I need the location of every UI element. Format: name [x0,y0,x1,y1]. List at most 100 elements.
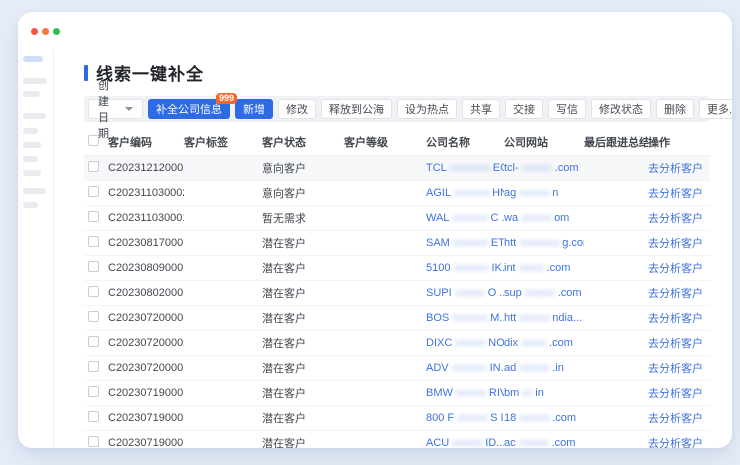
sidebar-skeleton-bar [23,202,38,208]
cell-customer-status: 潜在客户 [262,285,344,301]
app-window: 线索一键补全 创建日期 补全公司信息 999 新增 修改 释放到公海 设为热点 [18,12,732,448]
table-row[interactable]: C202307190002 潜在客户 800 FxxxxxxS I... 18x… [84,406,710,431]
minimize-window-icon[interactable] [42,28,49,35]
cell-customer-code: C202312120001 [108,162,184,174]
cell-company-website[interactable]: bmxxin [504,387,584,399]
row-checkbox[interactable] [88,386,99,397]
share-button[interactable]: 共享 [462,99,500,119]
redacted-text: xxxxxx [457,412,487,424]
redacted-text: xxxxxxx [452,312,487,324]
page-title: 线索一键补全 [96,60,204,85]
table-row[interactable]: C202307190001 潜在客户 ACUxxxxxxID... acxxxx… [84,431,710,448]
cell-company-name[interactable]: ADVxxxxxxxIN... [426,362,504,374]
row-checkbox[interactable] [88,161,99,172]
cell-company-name[interactable]: WALxxxxxxxC . [426,212,504,224]
analyze-customer-link[interactable]: 去分析客户 [648,385,710,401]
cell-customer-status: 潜在客户 [262,235,344,251]
cell-company-website[interactable]: adxxxxxx.in [504,362,584,374]
table-row[interactable]: C202307200002 潜在客户 DIXCxxxxxxNO... dixxx… [84,331,710,356]
cell-company-website[interactable]: waxxxxxxom [504,212,584,224]
cell-company-name[interactable]: 5100xxxxxxxIK... [426,262,504,274]
sidebar-skeleton-bar [23,156,38,162]
row-checkbox[interactable] [88,336,99,347]
row-checkbox[interactable] [88,361,99,372]
analyze-customer-link[interactable]: 去分析客户 [648,335,710,351]
cell-company-name[interactable]: SUPIxxxxxxO ... [426,287,504,299]
table-row[interactable]: C202307200003 潜在客户 BOSxxxxxxxM... httxxx… [84,306,710,331]
cell-customer-code: C202307200002 [108,337,184,349]
cell-company-website[interactable]: supxxxxxx.com [504,287,584,299]
create-date-filter-dropdown[interactable]: 创建日期 [88,99,143,119]
analyze-customer-link[interactable]: 去分析客户 [648,260,710,276]
analyze-customer-link[interactable]: 去分析客户 [648,435,710,448]
cell-company-website[interactable]: intxxxxx.com [504,262,584,274]
row-checkbox[interactable] [88,236,99,247]
table-row[interactable]: C202307190003 潜在客户 BMWxxxxxxRIV... bmxxi… [84,381,710,406]
analyze-customer-link[interactable]: 去分析客户 [648,410,710,426]
cell-company-name[interactable]: AGILxxxxxxxHN... [426,187,504,199]
cell-company-name[interactable]: 800 FxxxxxxS I... [426,412,504,424]
row-checkbox[interactable] [88,211,99,222]
redacted-text: xxxxxx [455,287,485,299]
cell-customer-code: C202307200003 [108,312,184,324]
cell-company-website[interactable]: dixxxxxx.com [504,337,584,349]
row-checkbox[interactable] [88,261,99,272]
change-status-button[interactable]: 修改状态 [591,99,651,119]
release-to-public-pool-button[interactable]: 释放到公海 [321,99,392,119]
table-row[interactable]: C202308170001 潜在客户 SAMxxxxxxxET... httxx… [84,231,710,256]
customer-table: 客户编码 客户标签 客户状态 客户等级 公司名称 公司网站 最后跟进总结 操作 … [84,129,710,448]
complete-company-info-button[interactable]: 补全公司信息 999 [148,99,230,119]
redacted-text: xxxxxx [519,412,549,424]
delete-button[interactable]: 删除 [656,99,694,119]
analyze-customer-link[interactable]: 去分析客户 [648,360,710,376]
redacted-text: xxxxxx [521,212,551,224]
table-row[interactable]: C202307200001 潜在客户 ADVxxxxxxxIN... adxxx… [84,356,710,381]
add-new-button[interactable]: 新增 [235,99,273,119]
cell-company-name[interactable]: ACUxxxxxxID... [426,437,504,448]
maximize-window-icon[interactable] [53,28,60,35]
cell-customer-status: 意向客户 [262,185,344,201]
analyze-customer-link[interactable]: 去分析客户 [648,210,710,226]
cell-company-website[interactable]: tcl-xxxxxx.com [504,162,584,174]
edit-button[interactable]: 修改 [278,99,316,119]
table-row[interactable]: C202308090001 潜在客户 5100xxxxxxxIK... intx… [84,256,710,281]
close-window-icon[interactable] [31,28,38,35]
cell-company-name[interactable]: BOSxxxxxxxM... [426,312,504,324]
cell-customer-code: C202308020001 [108,287,184,299]
more-actions-button[interactable]: 更多... [699,99,732,119]
cell-customer-status: 意向客户 [262,160,344,176]
row-checkbox[interactable] [88,436,99,447]
cell-company-name[interactable]: DIXCxxxxxxNO... [426,337,504,349]
cell-company-name[interactable]: SAMxxxxxxxET... [426,237,504,249]
write-email-button[interactable]: 写信 [548,99,586,119]
row-checkbox[interactable] [88,411,99,422]
analyze-customer-link[interactable]: 去分析客户 [648,285,710,301]
row-checkbox[interactable] [88,286,99,297]
analyze-customer-link[interactable]: 去分析客户 [648,310,710,326]
set-as-hotspot-button[interactable]: 设为热点 [397,99,457,119]
cell-company-website[interactable]: 18xxxxxx.com [504,412,584,424]
table-row[interactable]: C202312120001 意向客户 TCLxxxxxxxxEC... tcl-… [84,156,710,181]
analyze-customer-link[interactable]: 去分析客户 [648,160,710,176]
cell-customer-code: C202311030002 [108,187,184,199]
cell-company-website[interactable]: httxxxxxxndia... [504,312,584,324]
row-checkbox[interactable] [88,311,99,322]
title-accent-bar [84,65,88,81]
cell-company-website[interactable]: httxxxxxxxxg.com [504,237,584,249]
redacted-text: xxxxxxx [453,262,488,274]
analyze-customer-link[interactable]: 去分析客户 [648,235,710,251]
redacted-text: xxxxxx [519,437,549,448]
table-row[interactable]: C202311030001 暂无需求 WALxxxxxxxC . waxxxxx… [84,206,710,231]
cell-company-website[interactable]: acxxxxxx.com [504,437,584,448]
sidebar-skeleton-bar [23,188,46,194]
cell-company-website[interactable]: agxxxxxxn [504,187,584,199]
cell-company-name[interactable]: BMWxxxxxxRIV... [426,387,504,399]
select-all-checkbox[interactable] [88,135,99,146]
cell-company-name[interactable]: TCLxxxxxxxxEC... [426,162,504,174]
row-checkbox[interactable] [88,186,99,197]
main-content: 线索一键补全 创建日期 补全公司信息 999 新增 修改 释放到公海 设为热点 [54,50,732,448]
table-row[interactable]: C202308020001 潜在客户 SUPIxxxxxxO ... supxx… [84,281,710,306]
analyze-customer-link[interactable]: 去分析客户 [648,185,710,201]
table-row[interactable]: C202311030002 意向客户 AGILxxxxxxxHN... agxx… [84,181,710,206]
handover-button[interactable]: 交接 [505,99,543,119]
